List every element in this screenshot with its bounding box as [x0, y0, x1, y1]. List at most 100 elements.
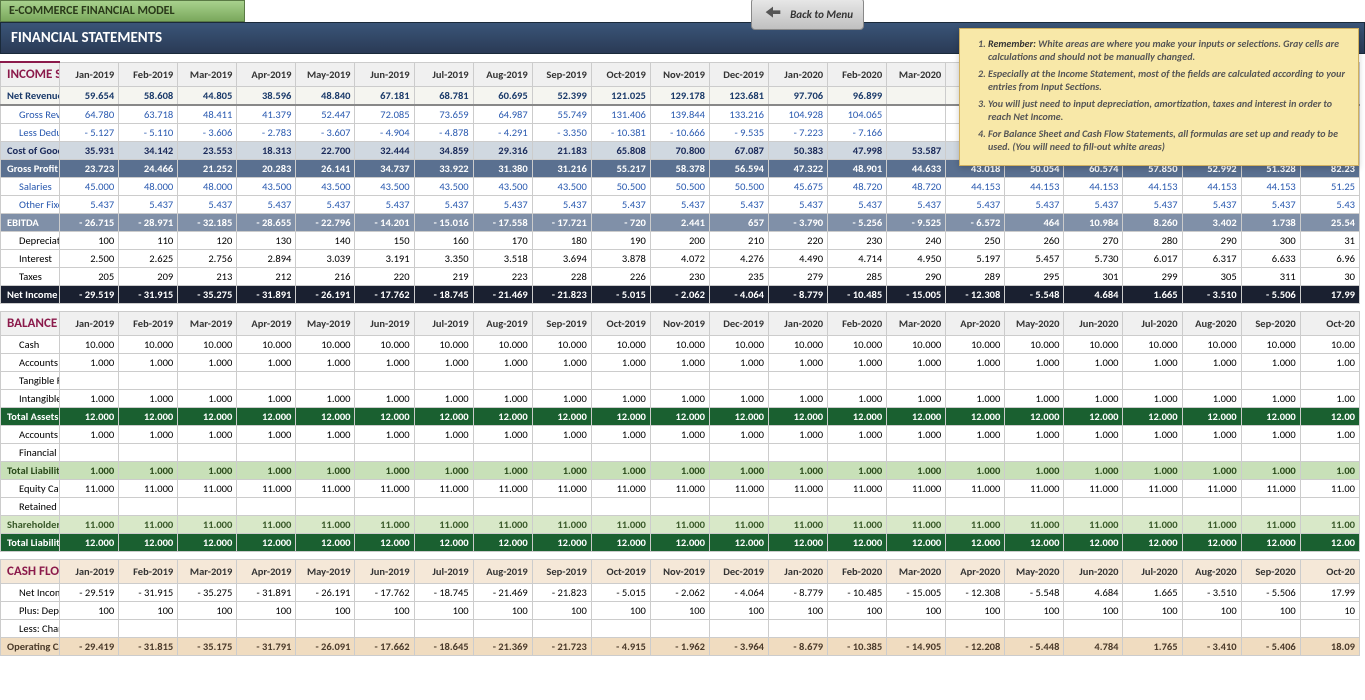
cell[interactable] — [709, 444, 768, 462]
cell[interactable]: 11.000 — [828, 480, 887, 498]
cell[interactable]: 34.737 — [355, 160, 414, 178]
cell[interactable]: - 21.823 — [532, 286, 591, 304]
cell[interactable]: 12.000 — [650, 408, 709, 426]
cell[interactable]: 121.025 — [591, 87, 650, 106]
cell[interactable]: - 18.645 — [414, 638, 473, 656]
cell[interactable]: - 7.166 — [828, 124, 887, 142]
cell[interactable]: 12.00 — [1300, 408, 1359, 426]
cell[interactable]: - 3.607 — [296, 124, 355, 142]
cell[interactable]: 48.840 — [296, 87, 355, 106]
cell[interactable] — [828, 620, 887, 638]
cell[interactable]: - 14.905 — [887, 638, 946, 656]
cell[interactable] — [887, 372, 946, 390]
cell[interactable]: 11.000 — [1123, 516, 1182, 534]
cell[interactable]: - 31.815 — [119, 638, 178, 656]
cell[interactable]: 220 — [769, 232, 828, 250]
cell[interactable]: 100 — [1064, 602, 1123, 620]
cell[interactable] — [1005, 498, 1064, 516]
cell[interactable]: 10.000 — [591, 336, 650, 354]
cell[interactable]: 11.000 — [887, 480, 946, 498]
cell[interactable]: 180 — [532, 232, 591, 250]
cell[interactable]: 12.000 — [414, 534, 473, 552]
cell[interactable]: 12.000 — [414, 408, 473, 426]
cell[interactable]: 11.000 — [473, 516, 532, 534]
cell[interactable]: 209 — [119, 268, 178, 286]
cell[interactable]: 1.000 — [709, 426, 768, 444]
cell[interactable] — [119, 372, 178, 390]
cell[interactable]: 12.000 — [1064, 534, 1123, 552]
cell[interactable]: - 18.745 — [414, 584, 473, 602]
cell[interactable]: 11.000 — [828, 516, 887, 534]
cell[interactable]: 12.000 — [828, 408, 887, 426]
cell[interactable]: 12.000 — [650, 534, 709, 552]
cell[interactable] — [1182, 372, 1241, 390]
cell[interactable] — [414, 444, 473, 462]
cell[interactable]: 1.000 — [355, 390, 414, 408]
cell[interactable]: 47.322 — [769, 160, 828, 178]
cell[interactable]: 1.000 — [769, 390, 828, 408]
cell[interactable]: 10.000 — [769, 336, 828, 354]
cell[interactable]: 1.000 — [1123, 390, 1182, 408]
cell[interactable]: 5.437 — [178, 196, 237, 214]
cell[interactable]: 10.000 — [119, 336, 178, 354]
cell[interactable]: 43.500 — [237, 178, 296, 196]
cell[interactable]: 133.216 — [709, 105, 768, 124]
cell[interactable]: 1.000 — [119, 462, 178, 480]
cell[interactable]: - 4.291 — [473, 124, 532, 142]
cell[interactable]: - 32.185 — [178, 214, 237, 232]
cell[interactable]: 170 — [473, 232, 532, 250]
cell[interactable]: 53.587 — [887, 142, 946, 160]
cell[interactable] — [709, 372, 768, 390]
cell[interactable]: 230 — [650, 268, 709, 286]
cell[interactable] — [1182, 620, 1241, 638]
cell[interactable]: 100 — [414, 602, 473, 620]
cell[interactable]: 44.153 — [1182, 178, 1241, 196]
cell[interactable]: 43.500 — [532, 178, 591, 196]
cell[interactable] — [1123, 498, 1182, 516]
cell[interactable]: 12.000 — [1123, 408, 1182, 426]
cell[interactable]: - 31.915 — [119, 286, 178, 304]
cell[interactable]: 1.000 — [1064, 462, 1123, 480]
cell[interactable]: - 31.915 — [119, 584, 178, 602]
cell[interactable]: 21.183 — [532, 142, 591, 160]
cell[interactable]: 50.500 — [591, 178, 650, 196]
cell[interactable] — [178, 498, 237, 516]
cell[interactable]: 44.805 — [178, 87, 237, 106]
cell[interactable] — [650, 498, 709, 516]
cell[interactable]: - 29.519 — [60, 584, 119, 602]
cell[interactable]: 5.197 — [946, 250, 1005, 268]
cell[interactable]: 213 — [178, 268, 237, 286]
cell[interactable]: 100 — [1182, 602, 1241, 620]
cell[interactable]: 200 — [650, 232, 709, 250]
cell[interactable]: - 5.406 — [1241, 638, 1300, 656]
cell[interactable]: 11.000 — [414, 516, 473, 534]
cell[interactable] — [296, 498, 355, 516]
cell[interactable]: 10.000 — [828, 336, 887, 354]
cell[interactable]: 1.665 — [1123, 286, 1182, 304]
cell[interactable]: 1.000 — [60, 462, 119, 480]
cell[interactable]: 11.000 — [60, 516, 119, 534]
cell[interactable] — [1064, 444, 1123, 462]
cell[interactable] — [1123, 372, 1182, 390]
cell[interactable]: - 31.891 — [237, 584, 296, 602]
cell[interactable]: 104.928 — [769, 105, 828, 124]
cell[interactable] — [1064, 498, 1123, 516]
cell[interactable]: 1.00 — [1300, 426, 1359, 444]
cell[interactable]: - 4.915 — [591, 638, 650, 656]
cell[interactable]: 5.437 — [1005, 196, 1064, 214]
back-to-menu-button[interactable]: Back to Menu — [751, 0, 864, 30]
cell[interactable]: 100 — [237, 602, 296, 620]
cell[interactable] — [591, 498, 650, 516]
cell[interactable]: 1.000 — [473, 354, 532, 372]
cell[interactable]: 1.000 — [1241, 354, 1300, 372]
cell[interactable]: 41.379 — [237, 105, 296, 124]
cell[interactable] — [237, 444, 296, 462]
cell[interactable]: - 3.410 — [1182, 638, 1241, 656]
cell[interactable]: 1.000 — [1064, 354, 1123, 372]
cell[interactable]: 44.633 — [887, 160, 946, 178]
cell[interactable] — [1300, 444, 1359, 462]
cell[interactable]: 5.437 — [650, 196, 709, 214]
cell[interactable]: 11.000 — [355, 516, 414, 534]
cell[interactable]: 100 — [355, 602, 414, 620]
cell[interactable]: - 4.064 — [709, 286, 768, 304]
